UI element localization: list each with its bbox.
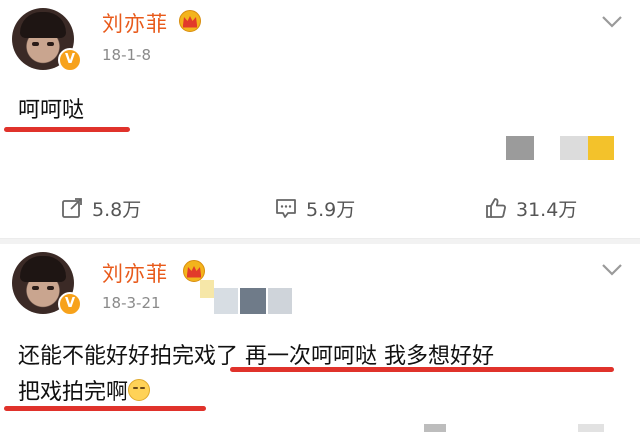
blurred-region: [588, 136, 614, 160]
comment-button[interactable]: 5.9万: [274, 190, 355, 226]
shy-face-emoji: [128, 379, 151, 401]
post-text-segment: 把戏拍完啊: [18, 380, 129, 405]
avatar-hair: [20, 12, 66, 38]
like-button[interactable]: 31.4万: [484, 190, 577, 226]
comment-icon: [276, 199, 296, 218]
avatar-hair: [20, 256, 66, 282]
blurred-region: [240, 288, 266, 314]
repost-count: 5.8万: [92, 198, 142, 221]
blurred-region: [424, 424, 446, 432]
avatar-eye: [47, 286, 54, 290]
blurred-region: [560, 136, 588, 160]
weibo-post: V 刘亦菲 18-3-21 还能不能好好拍完戏了 再一次呵呵哒 我多想好好 把戏…: [0, 244, 640, 432]
verified-badge-icon: V: [58, 48, 82, 72]
avatar-eye: [32, 286, 39, 290]
action-bar: 5.8万 5.9万 31.4万: [0, 190, 640, 226]
repost-button[interactable]: 5.8万: [60, 190, 141, 226]
avatar-eye: [32, 42, 39, 46]
highlight-underline: [4, 406, 206, 411]
post-text-segment: 再一次呵呵哒: [245, 344, 378, 369]
blurred-region: [578, 424, 604, 432]
blurred-region: [506, 136, 534, 160]
chevron-down-icon[interactable]: [600, 262, 624, 278]
share-icon: [62, 198, 82, 218]
post-text-line1: 还能不能好好拍完戏了 再一次呵呵哒 我多想好好: [18, 338, 494, 370]
verified-badge-icon: V: [58, 292, 82, 316]
highlight-underline: [4, 127, 130, 132]
avatar-eye: [47, 42, 54, 46]
author-name[interactable]: 刘亦菲: [102, 258, 168, 288]
blurred-region: [200, 280, 214, 298]
comment-count: 5.9万: [306, 198, 356, 221]
thumbs-up-icon: [486, 198, 506, 218]
chevron-down-icon[interactable]: [600, 14, 624, 30]
post-date: 18-1-8: [102, 46, 151, 64]
weibo-post: V 刘亦菲 18-1-8 呵呵哒 5.8万 5.9万 31.4万: [0, 0, 640, 238]
crown-icon: [179, 10, 201, 32]
post-date: 18-3-21: [102, 294, 161, 312]
highlight-underline: [230, 367, 614, 372]
blurred-region: [268, 288, 292, 314]
blurred-region: [214, 288, 238, 314]
author-name[interactable]: 刘亦菲: [102, 8, 168, 38]
like-count: 31.4万: [516, 198, 578, 221]
post-text-segment: 还能不能好好拍完戏了: [18, 344, 239, 369]
crown-icon: [183, 260, 205, 282]
post-text: 呵呵哒: [18, 98, 85, 123]
post-text-line2: 把戏拍完啊: [18, 374, 151, 406]
post-text-segment: 我多想好好: [384, 344, 495, 369]
